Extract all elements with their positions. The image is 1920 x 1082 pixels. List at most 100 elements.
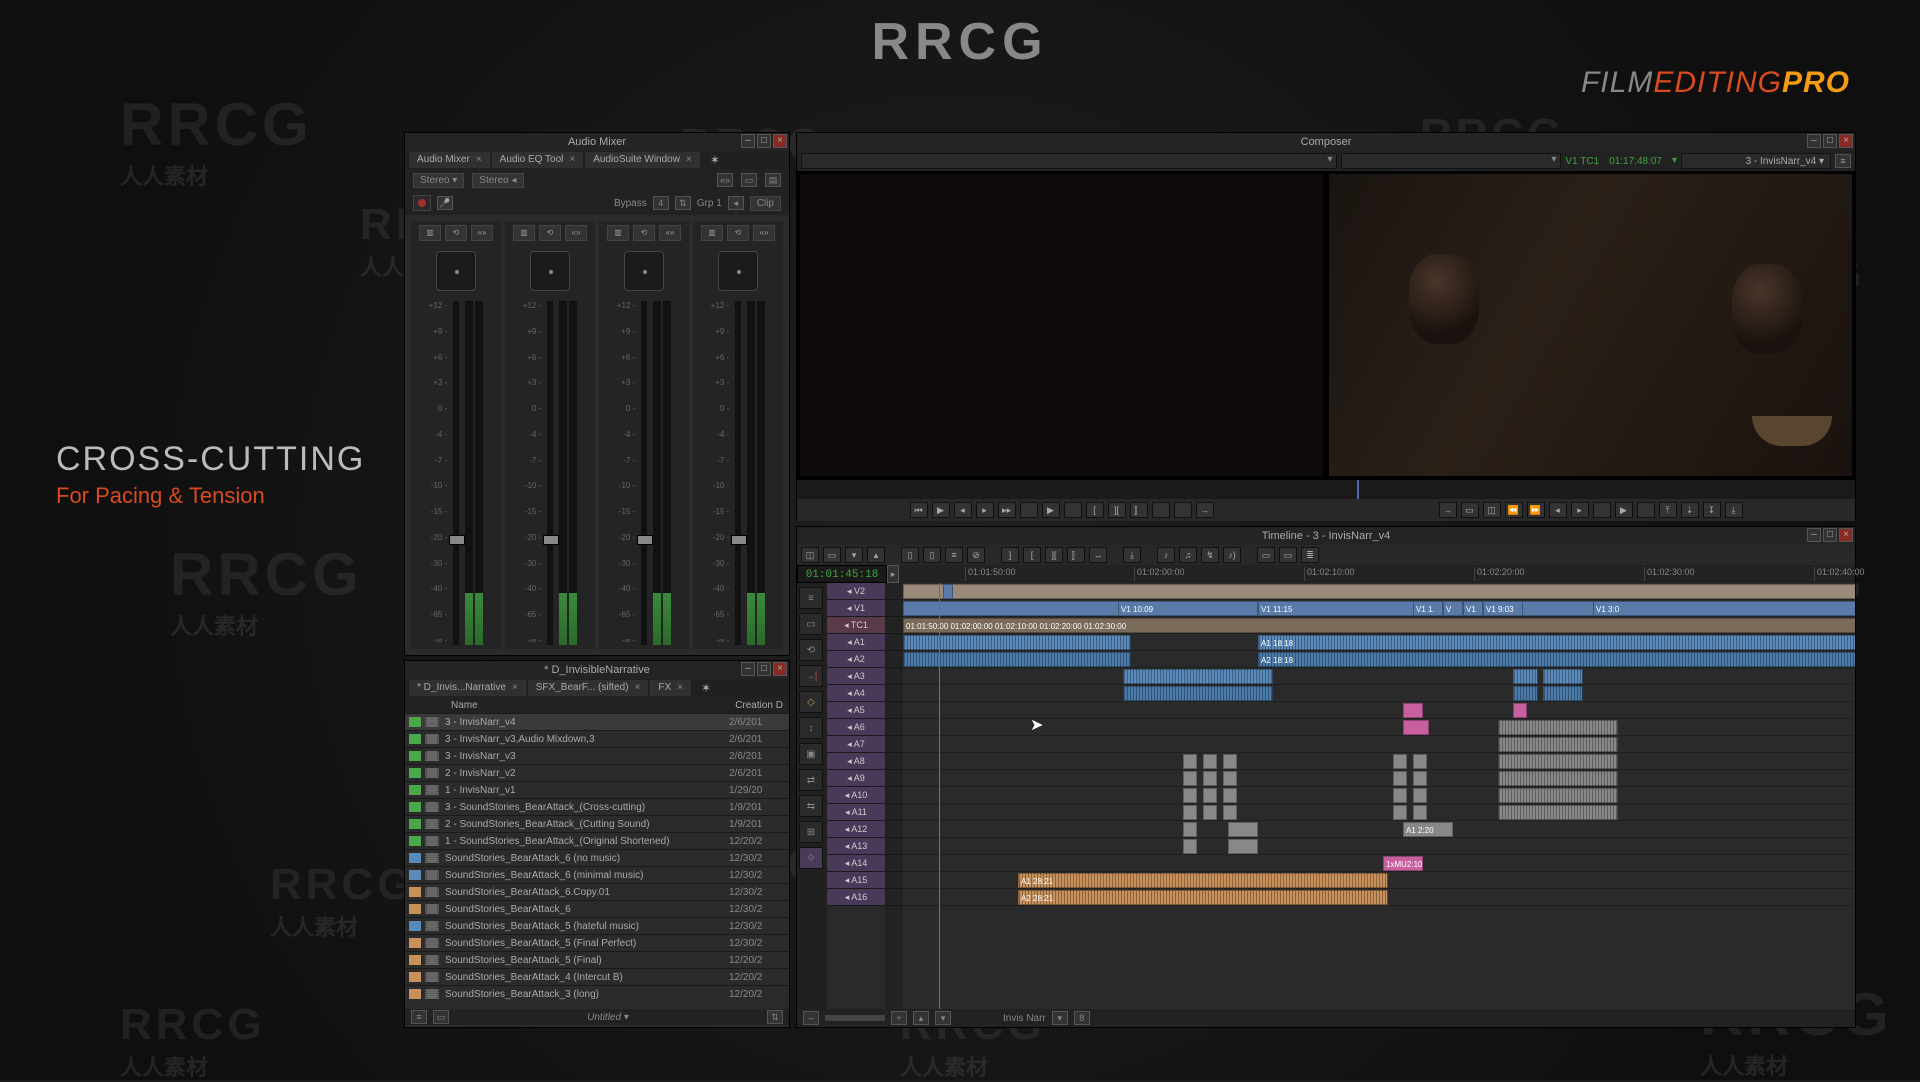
volume-fader[interactable]: [547, 301, 553, 645]
timeline-clip[interactable]: [1393, 805, 1407, 820]
bin-row[interactable]: 3 - InvisNarr_v4 2/6/201: [405, 713, 789, 730]
timeline-clip[interactable]: [1498, 737, 1618, 752]
mute-icon[interactable]: «»: [753, 225, 775, 241]
track-header[interactable]: ◂ A9: [827, 770, 885, 787]
view-list-icon[interactable]: ≡: [411, 1010, 427, 1024]
bin-row[interactable]: SoundStories_BearAttack_5 (hateful music…: [405, 917, 789, 934]
track-header[interactable]: ◂ V2: [827, 583, 885, 600]
foot-dropdown-icon[interactable]: ▾: [1052, 1011, 1068, 1025]
timeline-clip[interactable]: [903, 584, 1855, 599]
col-name[interactable]: Name: [451, 700, 735, 711]
record-viewer[interactable]: [1328, 173, 1853, 477]
timeline-canvas[interactable]: V1 10:09V1 11:15V1 1.VV1V1 9:03V1 3:001:…: [903, 583, 1855, 1009]
timeline-clip[interactable]: [1183, 839, 1197, 854]
track-header[interactable]: ◂ A4: [827, 685, 885, 702]
track-patch[interactable]: [885, 821, 903, 838]
timeline-clip[interactable]: [1498, 788, 1618, 803]
track-header[interactable]: ◂ A10: [827, 787, 885, 804]
transport-button[interactable]: ▸▸: [998, 502, 1016, 518]
close-tab-icon[interactable]: ×: [569, 154, 575, 165]
track-patch[interactable]: [885, 668, 903, 685]
group-prev-icon[interactable]: ◂: [728, 196, 744, 210]
sequence-menu-icon[interactable]: ≡: [1835, 154, 1851, 168]
timeline-tool-button[interactable]: ▭: [1279, 547, 1297, 563]
track-patch[interactable]: [885, 634, 903, 651]
stereo-out-a[interactable]: Stereo ▾: [413, 173, 464, 188]
pan-control[interactable]: [718, 251, 758, 291]
scroll-up-icon[interactable]: ▴: [913, 1011, 929, 1025]
timeline-tool-button[interactable]: ▯: [923, 547, 941, 563]
minimize-icon[interactable]: –: [1807, 134, 1821, 148]
timeline-clip[interactable]: [1413, 754, 1427, 769]
bin-row[interactable]: SoundStories_BearAttack_6.Copy.01 12/30/…: [405, 883, 789, 900]
timeline-playhead[interactable]: [939, 583, 940, 1009]
transport-button[interactable]: [1020, 502, 1038, 518]
track-patch[interactable]: [885, 617, 903, 634]
close-tab-icon[interactable]: ×: [476, 154, 482, 165]
maximize-icon[interactable]: □: [757, 134, 771, 148]
timeline-mode-button[interactable]: ⟐: [799, 847, 823, 869]
record-button[interactable]: [413, 195, 431, 211]
transport-button[interactable]: 〛: [1130, 502, 1148, 518]
timeline-clip[interactable]: [903, 635, 1131, 650]
transport-button[interactable]: ◂: [1549, 502, 1567, 518]
transport-button[interactable]: ▶: [932, 502, 950, 518]
mixer-tab[interactable]: Audio Mixer×: [409, 152, 490, 168]
timeline-tool-button[interactable]: ⊘: [967, 547, 985, 563]
timeline-clip[interactable]: V: [1443, 601, 1463, 616]
timeline-clip[interactable]: [1123, 686, 1273, 701]
timeline-clip[interactable]: [1203, 754, 1217, 769]
col-date[interactable]: Creation D: [735, 700, 783, 711]
timeline-clip[interactable]: A2 18:18: [1258, 652, 1855, 667]
timeline-clip[interactable]: [1498, 805, 1618, 820]
timeline-mode-button[interactable]: ⇆: [799, 795, 823, 817]
timeline-titlebar[interactable]: Timeline - 3 - InvisNarr_v4 – □ ×: [797, 527, 1855, 545]
timeline-clip[interactable]: A1 28:21: [1018, 873, 1388, 888]
pan-control[interactable]: [436, 251, 476, 291]
zoom-slider[interactable]: [825, 1015, 885, 1021]
bin-row[interactable]: 3 - InvisNarr_v3,Audio Mixdown,3 2/6/201: [405, 730, 789, 747]
timeline-clip[interactable]: [1183, 822, 1197, 837]
transport-button[interactable]: →: [1439, 502, 1457, 518]
transport-button[interactable]: ⏪: [1505, 502, 1523, 518]
timeline-clip[interactable]: V1 1.: [1413, 601, 1443, 616]
track-patch[interactable]: [885, 770, 903, 787]
bin-tab[interactable]: * D_Invis...Narrative×: [409, 680, 526, 696]
bin-row[interactable]: 2 - SoundStories_BearAttack_(Cutting Sou…: [405, 815, 789, 832]
timeline-mode-button[interactable]: →|: [799, 665, 823, 687]
timeline-tool-button[interactable]: [: [1023, 547, 1041, 563]
mute-icon[interactable]: «»: [565, 225, 587, 241]
timeline-mode-button[interactable]: ⊞: [799, 821, 823, 843]
source-track-dropdown[interactable]: [1341, 153, 1561, 169]
transport-button[interactable]: [1637, 502, 1655, 518]
stereo-out-b[interactable]: Stereo ◂: [472, 173, 523, 188]
timeline-clip[interactable]: [1543, 669, 1583, 684]
timeline-clip[interactable]: [1403, 720, 1429, 735]
volume-fader[interactable]: [453, 301, 459, 645]
close-tab-icon[interactable]: ×: [677, 682, 683, 693]
transport-button[interactable]: ][: [1108, 502, 1126, 518]
track-patch[interactable]: [885, 855, 903, 872]
track-header[interactable]: ◂ A2: [827, 651, 885, 668]
track-patch[interactable]: [885, 753, 903, 770]
bin-row[interactable]: SoundStories_BearAttack_6 (minimal music…: [405, 866, 789, 883]
timeline-ruler[interactable]: 01:01:50:0001:02:00:0001:02:10:0001:02:2…: [899, 565, 1855, 583]
composer-titlebar[interactable]: Composer – □ ×: [797, 133, 1855, 151]
bin-row[interactable]: SoundStories_BearAttack_6 (no music) 12/…: [405, 849, 789, 866]
track-header[interactable]: ◂ A11: [827, 804, 885, 821]
close-icon[interactable]: ×: [773, 134, 787, 148]
volume-fader[interactable]: [735, 301, 741, 645]
track-select-icon[interactable]: ▥: [419, 225, 441, 241]
transport-button[interactable]: [: [1086, 502, 1104, 518]
minimize-icon[interactable]: –: [741, 134, 755, 148]
timeline-clip[interactable]: 01:01:50:00 01:02:00:00 01:02:10:00 01:0…: [903, 618, 1855, 633]
transport-button[interactable]: [1064, 502, 1082, 518]
zoom-in-icon[interactable]: +: [891, 1011, 907, 1025]
timeline-tool-button[interactable]: ▭: [1257, 547, 1275, 563]
scroll-down-icon[interactable]: ▾: [935, 1011, 951, 1025]
add-tab-icon[interactable]: ✶: [693, 680, 719, 696]
solo-icon[interactable]: ⟲: [445, 225, 467, 241]
transport-button[interactable]: ⇣: [1681, 502, 1699, 518]
track-header[interactable]: ◂ A12: [827, 821, 885, 838]
mixer-titlebar[interactable]: Audio Mixer – □ ×: [405, 133, 789, 151]
